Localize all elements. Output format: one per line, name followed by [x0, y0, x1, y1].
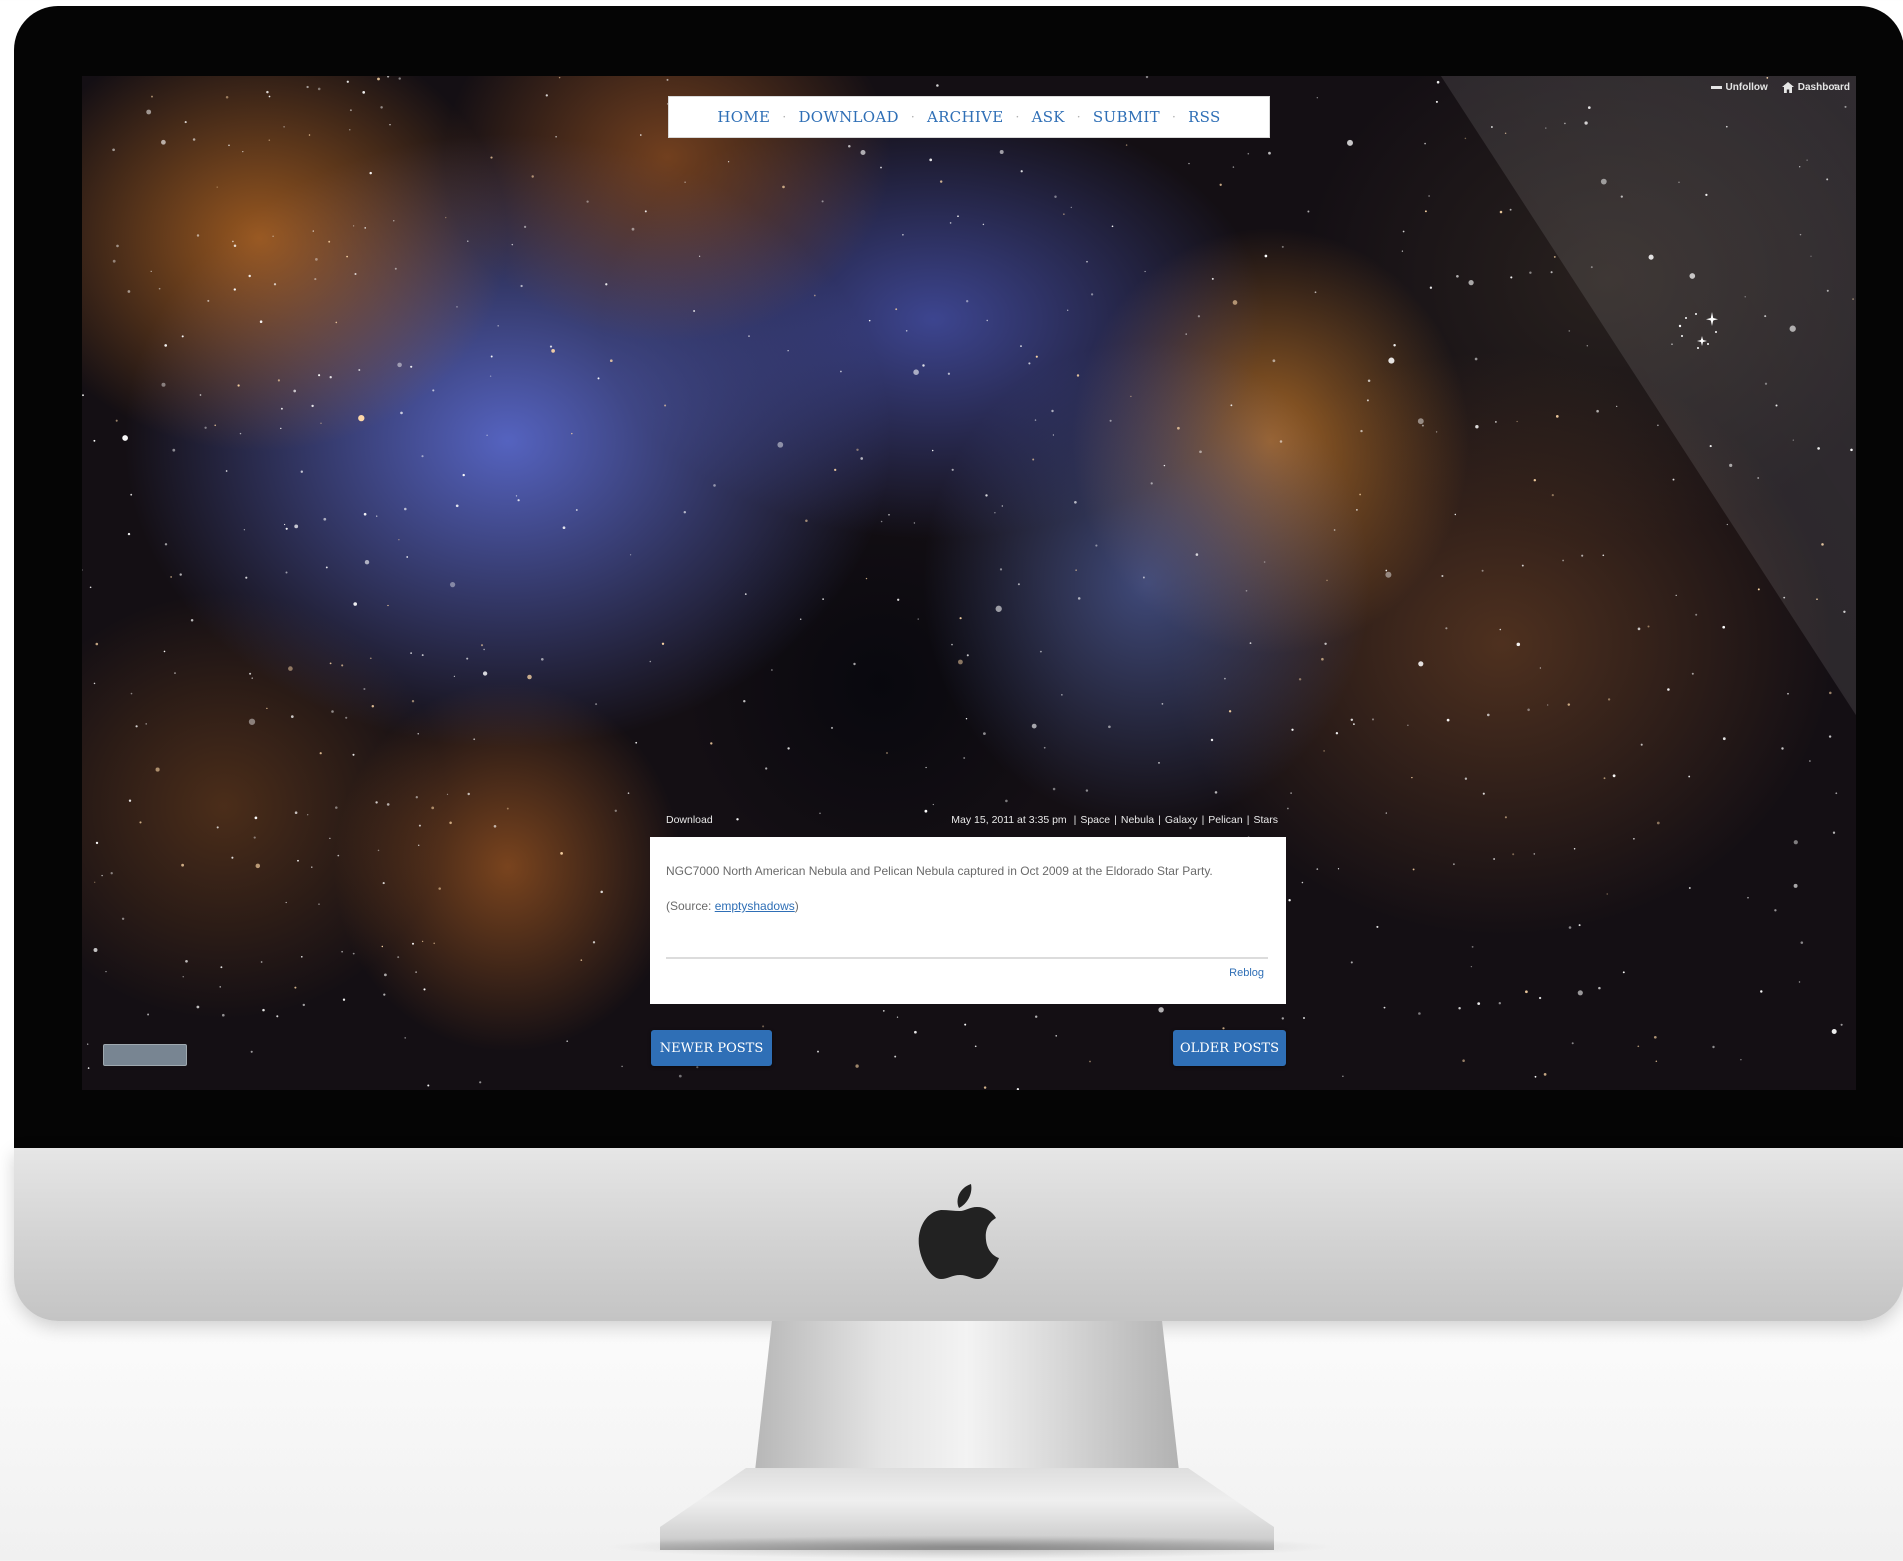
post-tag[interactable]: Space — [1080, 814, 1110, 826]
source-link[interactable]: emptyshadows — [715, 899, 795, 913]
nav-download-link[interactable]: DOWNLOAD — [786, 108, 910, 126]
tag-separator: | — [1246, 814, 1250, 826]
reblog-link[interactable]: Reblog — [1229, 967, 1264, 979]
post-tag[interactable]: Pelican — [1208, 814, 1242, 826]
sparkle-cursor-icon — [1678, 312, 1718, 349]
stand-shadow — [600, 1535, 1340, 1559]
nav-submit-link[interactable]: SUBMIT — [1081, 108, 1172, 126]
corner-badge[interactable] — [103, 1044, 187, 1066]
tag-separator: | — [1201, 814, 1205, 826]
nav-home-link[interactable]: HOME — [705, 108, 782, 126]
post-tag[interactable]: Galaxy — [1165, 814, 1198, 826]
post-tag[interactable]: Stars — [1253, 814, 1278, 826]
nav-rss-link[interactable]: RSS — [1176, 108, 1232, 126]
unfollow-button[interactable]: Unfollow — [1710, 82, 1768, 93]
dashboard-button[interactable]: Dashboard — [1781, 82, 1850, 93]
post-source: (Source: emptyshadows) — [666, 899, 1268, 913]
minus-icon — [1710, 86, 1722, 89]
post-tag[interactable]: Nebula — [1121, 814, 1154, 826]
imac-stand-neck — [755, 1321, 1179, 1471]
card-divider — [666, 957, 1268, 959]
download-link[interactable]: Download — [666, 814, 713, 826]
apple-logo — [918, 1184, 999, 1279]
newer-posts-button[interactable]: NEWER POSTS — [651, 1030, 772, 1066]
tag-separator: | — [1114, 814, 1117, 826]
post-date[interactable]: May 15, 2011 at 3:35 pm — [951, 814, 1066, 826]
older-posts-button[interactable]: OLDER POSTS — [1173, 1030, 1286, 1066]
tag-separator: | — [1158, 814, 1161, 826]
tag-separator: | — [1073, 814, 1077, 826]
home-icon — [1781, 82, 1794, 93]
nav-archive-link[interactable]: ARCHIVE — [915, 108, 1016, 126]
tumblr-controls: Unfollow Dashboard — [1710, 82, 1850, 93]
blog-nav-bar: HOME · DOWNLOAD · ARCHIVE · ASK · SUBMIT · RSS — [668, 96, 1270, 138]
post-card: NGC7000 North American Nebula and Pelica… — [650, 837, 1286, 1004]
monitor-screen: HOME · DOWNLOAD · ARCHIVE · ASK · SUBMIT · RSS Unf… — [82, 76, 1856, 1090]
post-date-and-tags: May 15, 2011 at 3:35 pm | Space | Nebula | Ga… — [951, 814, 1278, 826]
source-suffix: ) — [794, 899, 799, 913]
source-prefix: (Source: — [666, 899, 712, 913]
post-meta: Download May 15, 2011 at 3:35 pm | Space |… — [666, 811, 1278, 829]
post-caption: NGC7000 North American Nebula and Pelica… — [666, 864, 1213, 878]
unfollow-label: Unfollow — [1725, 82, 1768, 93]
dashboard-label: Dashboard — [1797, 82, 1850, 93]
nav-ask-link[interactable]: ASK — [1020, 108, 1077, 126]
